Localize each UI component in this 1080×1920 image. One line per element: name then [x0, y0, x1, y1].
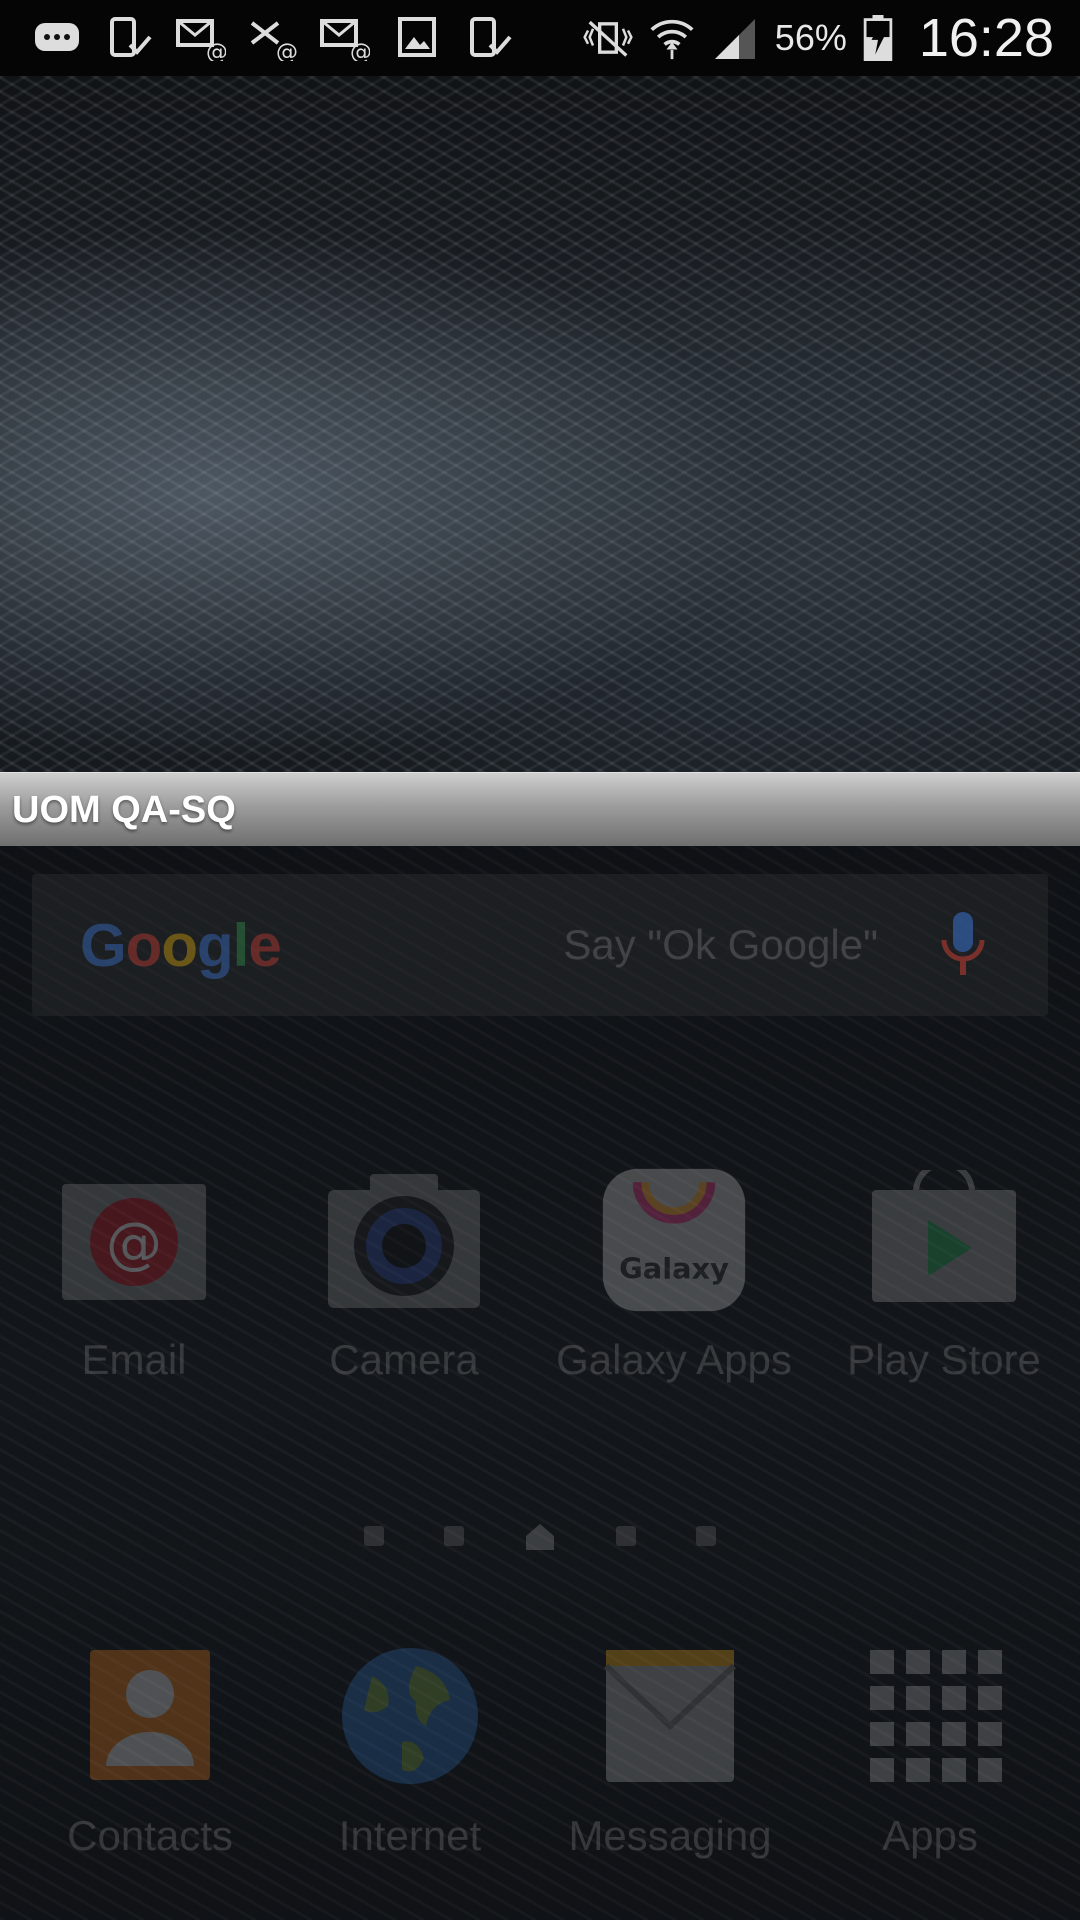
svg-text:Galaxy: Galaxy — [619, 1251, 729, 1285]
apps-grid-icon — [852, 1646, 1008, 1786]
svg-text:@: @ — [350, 40, 370, 61]
overlay-title-bar: UOM QA-SQ — [0, 772, 1080, 849]
page-dot[interactable] — [444, 1526, 464, 1546]
app-label: Messaging — [568, 1812, 772, 1859]
battery-percent: 56% — [774, 17, 847, 58]
notification-icons: @ @ @ — [0, 15, 514, 61]
app-galaxy-apps[interactable]: Galaxy Galaxy Apps — [544, 1168, 804, 1384]
contacts-app-icon — [72, 1646, 228, 1786]
camera-app-icon — [326, 1170, 482, 1310]
email-app-icon: @ — [56, 1170, 212, 1310]
app-messaging[interactable]: Messaging — [540, 1646, 800, 1860]
internet-app-icon — [332, 1646, 488, 1786]
more-notifications-icon — [32, 15, 82, 61]
svg-text:@: @ — [106, 1211, 162, 1276]
status-bar[interactable]: @ @ @ 56% 16:28 — [0, 0, 1080, 76]
search-placeholder: Say "Ok Google" — [563, 921, 878, 968]
app-contacts[interactable]: Contacts — [20, 1646, 280, 1860]
battery-charging-icon — [861, 15, 895, 61]
messaging-app-icon — [592, 1646, 748, 1786]
app-internet[interactable]: Internet — [280, 1646, 540, 1860]
gallery-icon — [392, 15, 442, 61]
home-apps-row: @ Email Camera Galaxy Galaxy Apps Play S… — [0, 1168, 1080, 1410]
device-check-icon — [104, 15, 154, 61]
clock: 16:28 — [918, 8, 1054, 68]
vibrate-mute-icon — [583, 15, 633, 61]
email-at-icon: @ — [176, 15, 226, 61]
overlay-title: UOM QA-SQ — [12, 788, 236, 831]
google-logo: Google — [80, 911, 282, 979]
signal-icon — [711, 15, 761, 61]
home-page-icon[interactable] — [524, 1522, 556, 1550]
mic-icon[interactable] — [938, 910, 988, 980]
dock: Contacts Internet Messaging Apps — [0, 1646, 1080, 1886]
app-apps-drawer[interactable]: Apps — [800, 1646, 1060, 1860]
app-label: Apps — [882, 1812, 978, 1859]
google-search-bar[interactable]: Google Say "Ok Google" — [32, 874, 1048, 1016]
svg-text:@: @ — [276, 40, 298, 61]
app-label: Galaxy Apps — [556, 1336, 792, 1383]
app-label: Internet — [338, 1812, 482, 1859]
app-label: Email — [81, 1336, 187, 1383]
svg-text:@: @ — [206, 40, 226, 61]
wifi-icon — [647, 15, 697, 61]
app-label: Play Store — [847, 1336, 1041, 1383]
app-label: Camera — [329, 1336, 479, 1383]
app-camera[interactable]: Camera — [274, 1170, 534, 1384]
system-status: 56% 16:28 — [583, 7, 1080, 69]
page-indicator[interactable] — [0, 1520, 1080, 1552]
galaxy-apps-icon: Galaxy — [596, 1168, 752, 1312]
wallpaper — [0, 76, 1080, 772]
play-store-icon — [866, 1170, 1022, 1310]
page-dot[interactable] — [616, 1526, 636, 1546]
page-dot[interactable] — [364, 1526, 384, 1546]
email-at-icon: @ — [320, 15, 370, 61]
device-check-icon — [464, 15, 514, 61]
app-email[interactable]: @ Email — [4, 1170, 264, 1384]
app-label: Contacts — [67, 1812, 233, 1859]
app-play-store[interactable]: Play Store — [814, 1170, 1074, 1384]
page-dot[interactable] — [696, 1526, 716, 1546]
email-failed-icon: @ — [248, 15, 298, 61]
